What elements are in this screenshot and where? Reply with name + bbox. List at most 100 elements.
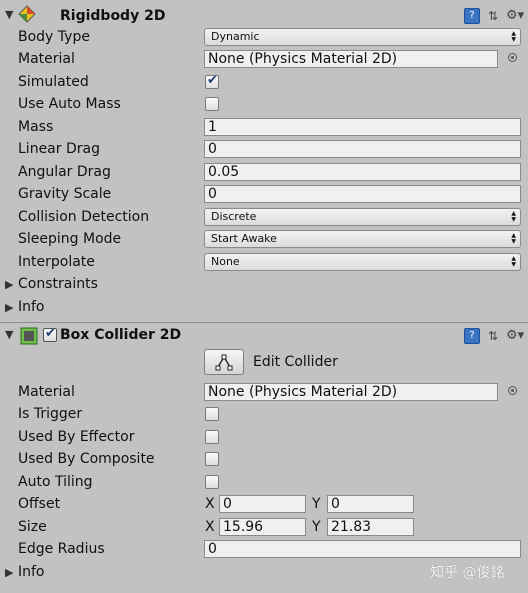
- box-collider-enabled-checkbox[interactable]: [43, 326, 57, 342]
- linear-drag-row: Linear Drag 0: [0, 139, 528, 161]
- object-picker-icon[interactable]: [508, 53, 517, 62]
- dropdown-arrow-icon: ▲ ▼: [511, 30, 516, 43]
- dropdown-arrow-icon: ▲ ▼: [511, 210, 516, 223]
- used-by-composite-row: Used By Composite: [0, 449, 528, 471]
- sleeping-mode-value: Start Awake: [211, 232, 277, 245]
- auto-tiling-label: Auto Tiling: [18, 474, 93, 490]
- watermark: 知乎 @俊銘: [430, 565, 505, 581]
- edit-collider-icon: [215, 354, 233, 371]
- interpolate-dropdown[interactable]: None ▲ ▼: [204, 253, 521, 271]
- is-trigger-label: Is Trigger: [18, 406, 83, 422]
- offset-x-label: X: [205, 496, 215, 512]
- body-type-row: Body Type Dynamic ▲ ▼: [0, 27, 528, 49]
- simulated-row: Simulated: [0, 72, 528, 94]
- material-field[interactable]: None (Physics Material 2D): [204, 383, 498, 401]
- rigidbody-icon: [18, 5, 36, 23]
- foldout-collapsed-icon[interactable]: ▶: [5, 278, 13, 291]
- mass-row: Mass 1: [0, 117, 528, 139]
- interpolate-label: Interpolate: [18, 254, 95, 270]
- material-row: Material None (Physics Material 2D): [0, 49, 528, 71]
- edge-radius-row: Edge Radius 0: [0, 539, 528, 561]
- constraints-foldout[interactable]: ▶ Constraints: [0, 274, 528, 296]
- size-label: Size: [18, 519, 47, 535]
- box-collider-header[interactable]: ▼ Box Collider 2D ? ⇅ ⚙▾: [0, 323, 528, 349]
- linear-drag-input[interactable]: 0: [204, 140, 521, 158]
- collision-detection-row: Collision Detection Discrete ▲ ▼: [0, 207, 528, 229]
- presets-icon[interactable]: ⇅: [486, 329, 500, 343]
- size-row: Size X 15.96 Y 21.83: [0, 517, 528, 539]
- linear-drag-label: Linear Drag: [18, 141, 100, 157]
- edit-collider-label: Edit Collider: [253, 354, 338, 370]
- box-collider-title: Box Collider 2D: [60, 327, 182, 343]
- constraints-label: Constraints: [18, 276, 98, 292]
- collision-detection-dropdown[interactable]: Discrete ▲ ▼: [204, 208, 521, 226]
- rigidbody-info-foldout[interactable]: ▶ Info: [0, 297, 528, 319]
- foldout-collapsed-icon[interactable]: ▶: [5, 301, 13, 314]
- foldout-expanded-icon[interactable]: ▼: [5, 328, 13, 341]
- use-auto-mass-row: Use Auto Mass: [0, 94, 528, 116]
- dropdown-arrow-icon: ▲ ▼: [511, 232, 516, 245]
- angular-drag-input[interactable]: 0.05: [204, 163, 521, 181]
- body-type-label: Body Type: [18, 29, 90, 45]
- used-by-effector-checkbox[interactable]: [205, 430, 219, 444]
- info-label: Info: [18, 299, 45, 315]
- body-type-dropdown[interactable]: Dynamic ▲ ▼: [204, 28, 521, 46]
- interpolate-value: None: [211, 255, 240, 268]
- is-trigger-row: Is Trigger: [0, 404, 528, 426]
- body-type-value: Dynamic: [211, 30, 260, 43]
- angular-drag-row: Angular Drag 0.05: [0, 162, 528, 184]
- size-x-input[interactable]: 15.96: [219, 518, 306, 536]
- used-by-effector-row: Used By Effector: [0, 427, 528, 449]
- mass-input[interactable]: 1: [204, 118, 521, 136]
- offset-y-input[interactable]: 0: [327, 495, 414, 513]
- collision-detection-label: Collision Detection: [18, 209, 150, 225]
- presets-icon[interactable]: ⇅: [486, 9, 500, 23]
- offset-y-label: Y: [312, 496, 321, 512]
- angular-drag-label: Angular Drag: [18, 164, 111, 180]
- offset-x-input[interactable]: 0: [219, 495, 306, 513]
- sleeping-mode-label: Sleeping Mode: [18, 231, 122, 247]
- auto-tiling-checkbox[interactable]: [205, 475, 219, 489]
- edge-radius-input[interactable]: 0: [204, 540, 521, 558]
- gravity-scale-row: Gravity Scale 0: [0, 184, 528, 206]
- sleeping-mode-dropdown[interactable]: Start Awake ▲ ▼: [204, 230, 521, 248]
- collision-detection-value: Discrete: [211, 210, 257, 223]
- material-field[interactable]: None (Physics Material 2D): [204, 50, 498, 68]
- used-by-effector-label: Used By Effector: [18, 429, 135, 445]
- info-label: Info: [18, 564, 45, 580]
- size-y-label: Y: [312, 519, 321, 535]
- material-label: Material: [18, 384, 75, 400]
- help-icon[interactable]: ?: [464, 328, 480, 344]
- auto-tiling-row: Auto Tiling: [0, 472, 528, 494]
- dropdown-arrow-icon: ▲ ▼: [511, 255, 516, 268]
- gravity-scale-input[interactable]: 0: [204, 185, 521, 203]
- mass-label: Mass: [18, 119, 54, 135]
- offset-label: Offset: [18, 496, 61, 512]
- rigidbody-title: Rigidbody 2D: [60, 8, 166, 24]
- simulated-label: Simulated: [18, 74, 89, 90]
- used-by-composite-label: Used By Composite: [18, 451, 155, 467]
- is-trigger-checkbox[interactable]: [205, 407, 219, 421]
- use-auto-mass-checkbox[interactable]: [205, 97, 219, 111]
- edit-collider-row: Edit Collider: [0, 349, 528, 377]
- used-by-composite-checkbox[interactable]: [205, 452, 219, 466]
- use-auto-mass-label: Use Auto Mass: [18, 96, 121, 112]
- gear-icon[interactable]: ⚙▾: [506, 9, 524, 23]
- material-label: Material: [18, 51, 75, 67]
- size-y-input[interactable]: 21.83: [327, 518, 414, 536]
- offset-row: Offset X 0 Y 0: [0, 494, 528, 516]
- gravity-scale-label: Gravity Scale: [18, 186, 112, 202]
- box-collider-icon: [20, 327, 38, 345]
- sleeping-mode-row: Sleeping Mode Start Awake ▲ ▼: [0, 229, 528, 251]
- edge-radius-label: Edge Radius: [18, 541, 105, 557]
- collider-material-row: Material None (Physics Material 2D): [0, 382, 528, 404]
- gear-icon[interactable]: ⚙▾: [506, 329, 524, 343]
- foldout-collapsed-icon[interactable]: ▶: [5, 566, 13, 579]
- help-icon[interactable]: ?: [464, 8, 480, 24]
- interpolate-row: Interpolate None ▲ ▼: [0, 252, 528, 274]
- simulated-checkbox[interactable]: [205, 73, 219, 89]
- foldout-expanded-icon[interactable]: ▼: [5, 8, 13, 21]
- object-picker-icon[interactable]: [508, 386, 517, 395]
- edit-collider-button[interactable]: [204, 349, 244, 375]
- size-x-label: X: [205, 519, 215, 535]
